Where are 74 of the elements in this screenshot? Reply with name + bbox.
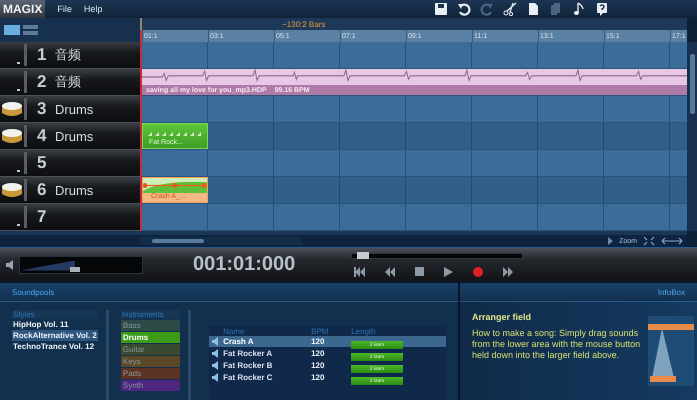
soundpools-tab[interactable]: Soundpools	[12, 288, 54, 296]
info-text: How to make a song: Simply drag sounds from the lower area with the mouse button held down into the larger field above.	[472, 328, 642, 361]
track-name: Drums	[55, 102, 94, 116]
slider-thumb[interactable]	[357, 252, 370, 258]
track-number: 2	[37, 72, 48, 92]
instrument-item[interactable]: Drums	[120, 332, 180, 343]
sound-name: Fat Rocker B	[223, 361, 274, 370]
track-number: 1	[37, 45, 48, 65]
track-number: 3	[37, 99, 48, 119]
drum-icon	[1, 181, 23, 199]
scissors-icon[interactable]	[503, 2, 517, 16]
document-icon[interactable]	[526, 2, 540, 16]
slider-thumb[interactable]	[70, 266, 80, 272]
infobox-tab[interactable]: InfoBox	[658, 288, 685, 296]
track-number: 5	[37, 153, 48, 173]
track-name: Drums	[55, 182, 94, 198]
bpm-cell-text: 120	[311, 337, 326, 346]
track-lane[interactable]	[142, 204, 687, 231]
instrument-item[interactable]: Synth	[120, 380, 180, 391]
position-slider[interactable]	[351, 252, 524, 258]
drum-icon	[1, 127, 23, 145]
speaker-icon[interactable]	[5, 258, 15, 270]
track-name: 音频	[55, 46, 81, 64]
volume-slider[interactable]	[19, 256, 143, 274]
drum-icon	[1, 100, 23, 118]
track-number: 4	[37, 126, 48, 146]
fast-forward-icon[interactable]	[503, 266, 514, 276]
style-item[interactable]: RockAlternative Vol. 2	[12, 330, 98, 341]
track-header[interactable]: 7	[0, 204, 140, 231]
track-header[interactable]: 3 Drums	[0, 96, 140, 123]
beam-illustration-drawing	[648, 316, 694, 386]
view-toggle-icon[interactable]	[3, 24, 39, 36]
bpm-cell-text: 120	[311, 349, 326, 358]
track-header[interactable]: 1 音频	[0, 42, 140, 69]
track-header[interactable]: 6 Drums	[0, 177, 140, 204]
bpm-cell-text: 120	[311, 361, 326, 370]
track-number: 7	[37, 207, 48, 227]
menu-item[interactable]: Help	[84, 4, 102, 14]
track-lane[interactable]	[142, 42, 687, 69]
app-logo[interactable]: MAGIX	[0, 0, 46, 18]
save-icon[interactable]	[434, 2, 448, 16]
track-header[interactable]: 5	[0, 150, 140, 177]
record-icon[interactable]	[473, 266, 484, 276]
track-name: 音频	[55, 73, 81, 91]
info-title: Arranger field	[472, 312, 532, 322]
list-header: Instruments	[120, 310, 180, 319]
track-lane[interactable]	[142, 150, 687, 177]
style-item[interactable]: HipHop Vol. 11	[12, 319, 98, 330]
stop-icon[interactable]	[415, 267, 424, 276]
arrows-icon[interactable]	[661, 236, 683, 246]
bpm-cell-text: 120	[311, 373, 326, 382]
instrument-item[interactable]: Pads	[120, 368, 180, 379]
time-display: 001:01:000	[193, 253, 296, 276]
skip-back-icon[interactable]	[353, 266, 366, 276]
track-number: 6	[37, 180, 48, 200]
horizontal-scrollbar[interactable]	[140, 237, 302, 245]
track-name: Drums	[55, 128, 94, 144]
track-header[interactable]: 4 Drums	[0, 123, 140, 150]
sound-name: Fat Rocker A	[223, 349, 274, 358]
sound-name: Fat Rocker C	[223, 373, 274, 382]
play-icon[interactable]	[444, 266, 454, 276]
help-icon[interactable]	[595, 2, 609, 16]
track-lane[interactable]	[142, 96, 687, 123]
style-item[interactable]: TechnoTrance Vol. 12	[12, 341, 98, 352]
music-note-icon[interactable]	[572, 2, 586, 16]
list-header: Styles	[12, 310, 98, 319]
vertical-scrollbar[interactable]	[687, 42, 697, 231]
sound-name: Crash A	[223, 337, 254, 346]
rewind-icon[interactable]	[385, 266, 396, 276]
menu-item[interactable]: File	[57, 4, 72, 14]
fit-icon[interactable]	[643, 236, 655, 246]
track-header[interactable]: 2 音频	[0, 69, 140, 96]
loop-length-label: ~130:2 Bars	[282, 20, 326, 30]
undo-icon[interactable]	[457, 2, 471, 16]
